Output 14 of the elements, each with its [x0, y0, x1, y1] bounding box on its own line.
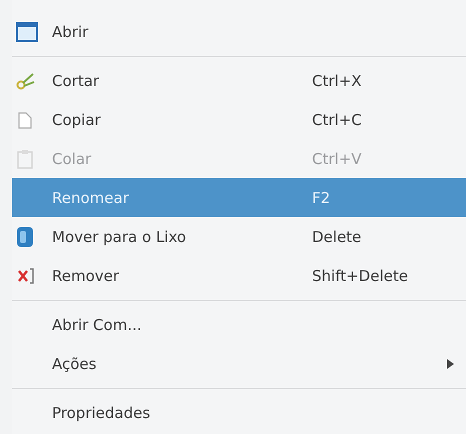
menu-item[interactable]: Mover para o Lixo Delete: [12, 217, 466, 256]
window-icon: [16, 22, 38, 42]
menu-item[interactable]: Ações: [12, 344, 466, 383]
menu-item[interactable]: Cortar Ctrl+X: [12, 61, 466, 100]
menu-item[interactable]: Propriedades: [12, 393, 466, 432]
menu-item[interactable]: Remover Shift+Delete: [12, 256, 466, 295]
menu-item[interactable]: Copiar Ctrl+C: [12, 100, 466, 139]
menu-item[interactable]: Abrir Com...: [12, 305, 466, 344]
clipboard-icon: [16, 148, 34, 168]
copy-icon: [16, 110, 34, 130]
remove-icon: [16, 266, 36, 284]
scissors-icon: [16, 72, 36, 90]
trash-icon: [16, 226, 34, 248]
menu-item[interactable]: Abrir: [12, 12, 466, 51]
